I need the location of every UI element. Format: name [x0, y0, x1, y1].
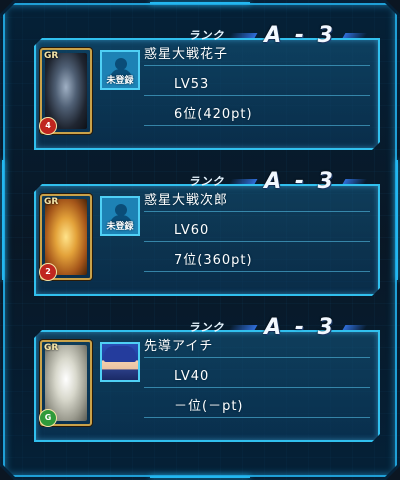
rank-slash-decor	[228, 324, 258, 330]
player-level-row: LV40	[144, 364, 370, 388]
frame-glow-top	[150, 2, 250, 4]
player-name: 惑星大戦花子	[144, 47, 229, 62]
rank-tail-decor	[342, 324, 368, 330]
card-grade-badge: 4	[39, 117, 57, 135]
player-name-row: 先導アイチ	[144, 334, 370, 358]
rank-slash-decor	[228, 178, 258, 184]
player-placement-row: 6位(420pt)	[144, 102, 370, 126]
portrait-hair	[104, 346, 136, 362]
avatar-status: 未登録	[106, 76, 134, 86]
player-level-row: LV53	[144, 72, 370, 96]
card-grade-badge: 2	[39, 263, 57, 281]
frame-glow-bottom	[150, 476, 250, 478]
player-level: LV60	[174, 223, 210, 238]
player-placement-row: 7位(360pt)	[144, 248, 370, 272]
player-name: 先導アイチ	[144, 339, 214, 354]
rank-label: ランク	[188, 175, 225, 188]
deck-card[interactable]: GR G	[39, 340, 92, 427]
ranking-entry[interactable]: ランク A - 3 GR G 先導アイチ LV40 －位(－pt)	[34, 315, 380, 442]
player-level-row: LV60	[144, 218, 370, 242]
rank-label: ランク	[188, 29, 225, 42]
card-grade: GR	[44, 343, 59, 353]
player-placement: 7位(360pt)	[174, 253, 253, 268]
card-grade-badge: G	[39, 409, 57, 427]
player-placement: 6位(420pt)	[174, 107, 253, 122]
player-placement: －位(－pt)	[174, 399, 244, 414]
player-placement-row: －位(－pt)	[144, 394, 370, 418]
deck-card[interactable]: GR 2	[39, 194, 92, 281]
player-avatar[interactable]: 未登録	[100, 50, 140, 90]
player-name-row: 惑星大戦次郎	[144, 188, 370, 212]
frame-glow-left	[2, 160, 4, 280]
rank-label: ランク	[188, 321, 225, 334]
deck-card[interactable]: GR 4	[39, 48, 92, 135]
rank-slash-decor	[228, 32, 258, 38]
rank-tail-decor	[342, 178, 368, 184]
avatar-status: 未登録	[106, 222, 134, 232]
frame-glow-right	[396, 160, 398, 280]
player-level: LV40	[174, 369, 210, 384]
player-avatar[interactable]	[100, 342, 140, 382]
player-avatar[interactable]: 未登録	[100, 196, 140, 236]
card-grade: GR	[44, 51, 59, 61]
rank-tail-decor	[342, 32, 368, 38]
ranking-entry[interactable]: ランク A - 3 GR 2 未登録 惑星大戦次郎 LV60 7位(360pt)	[34, 169, 380, 296]
ranking-entry[interactable]: ランク A - 3 GR 4 未登録 惑星大戦花子 LV53 6位(420pt)	[34, 23, 380, 150]
card-grade: GR	[44, 197, 59, 207]
player-level: LV53	[174, 77, 210, 92]
player-name-row: 惑星大戦花子	[144, 42, 370, 66]
player-name: 惑星大戦次郎	[144, 193, 229, 208]
